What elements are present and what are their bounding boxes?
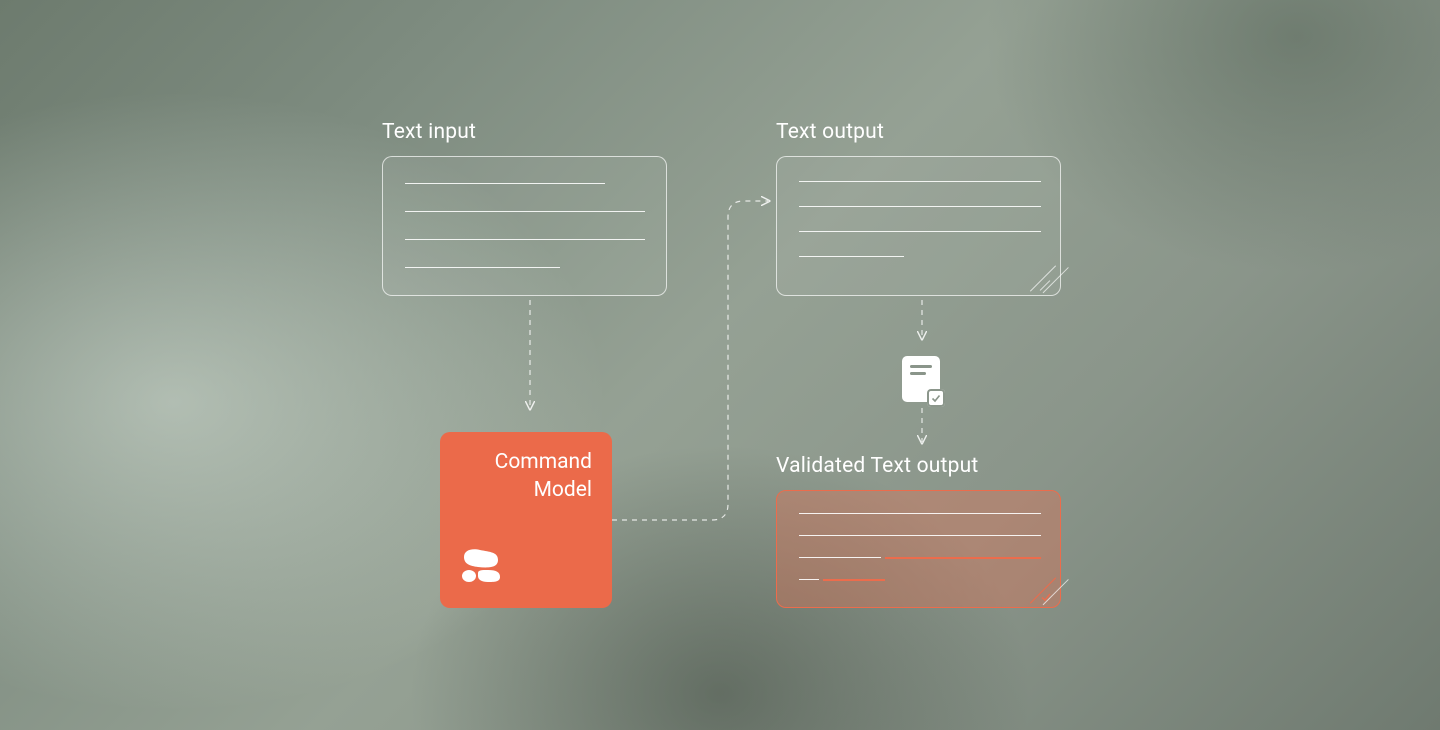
document-check-icon — [902, 356, 940, 402]
arrow-input-to-model — [520, 300, 540, 420]
validated-output-card — [776, 490, 1061, 608]
command-model-line2: Model — [460, 476, 592, 504]
command-model-block: Command Model — [440, 432, 612, 608]
validated-output-label: Validated Text output — [776, 454, 978, 478]
card-corner-fold — [1025, 260, 1061, 296]
text-output-label: Text output — [776, 120, 884, 144]
check-icon — [1040, 591, 1052, 606]
text-output-card — [776, 156, 1061, 296]
command-model-line1: Command — [460, 448, 592, 476]
arrow-model-to-output — [612, 193, 782, 533]
validated-card-corner-fold — [1025, 572, 1061, 608]
arrow-output-to-validator — [912, 300, 932, 350]
text-input-label: Text input — [382, 120, 476, 144]
diagram-canvas: Text input Command Model Text output — [0, 0, 1440, 730]
arrow-validator-to-validated — [912, 408, 932, 453]
cohere-logo-icon — [458, 546, 502, 592]
